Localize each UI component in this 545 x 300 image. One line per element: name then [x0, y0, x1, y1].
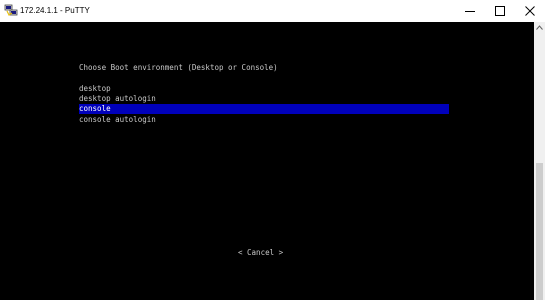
boot-option-console[interactable]: console	[79, 104, 449, 114]
terminal-screen[interactable]: Choose Boot environment (Desktop or Cons…	[0, 22, 534, 300]
scroll-up-arrow-icon	[536, 25, 543, 30]
close-icon	[525, 6, 535, 16]
scroll-thumb[interactable]	[536, 163, 543, 300]
close-button[interactable]	[515, 0, 545, 22]
maximize-icon	[495, 6, 505, 16]
window-title: 172.24.1.1 - PuTTY	[20, 6, 90, 15]
boot-option-console-autologin[interactable]: console autologin	[79, 115, 156, 125]
scroll-up-button[interactable]	[534, 22, 545, 33]
boot-option-desktop[interactable]: desktop	[79, 84, 111, 94]
title-bar[interactable]: 172.24.1.1 - PuTTY	[0, 0, 545, 22]
minimize-button[interactable]	[455, 0, 485, 22]
cancel-button[interactable]: < Cancel >	[238, 248, 283, 258]
minimize-icon	[465, 11, 475, 12]
boot-menu-title: Choose Boot environment (Desktop or Cons…	[79, 63, 278, 72]
putty-window: 172.24.1.1 - PuTTY Choose Boot environme…	[0, 0, 545, 300]
putty-icon[interactable]	[4, 4, 18, 17]
vertical-scrollbar[interactable]	[534, 22, 545, 300]
boot-option-desktop-autologin[interactable]: desktop autologin	[79, 94, 156, 104]
maximize-button[interactable]	[485, 0, 515, 22]
